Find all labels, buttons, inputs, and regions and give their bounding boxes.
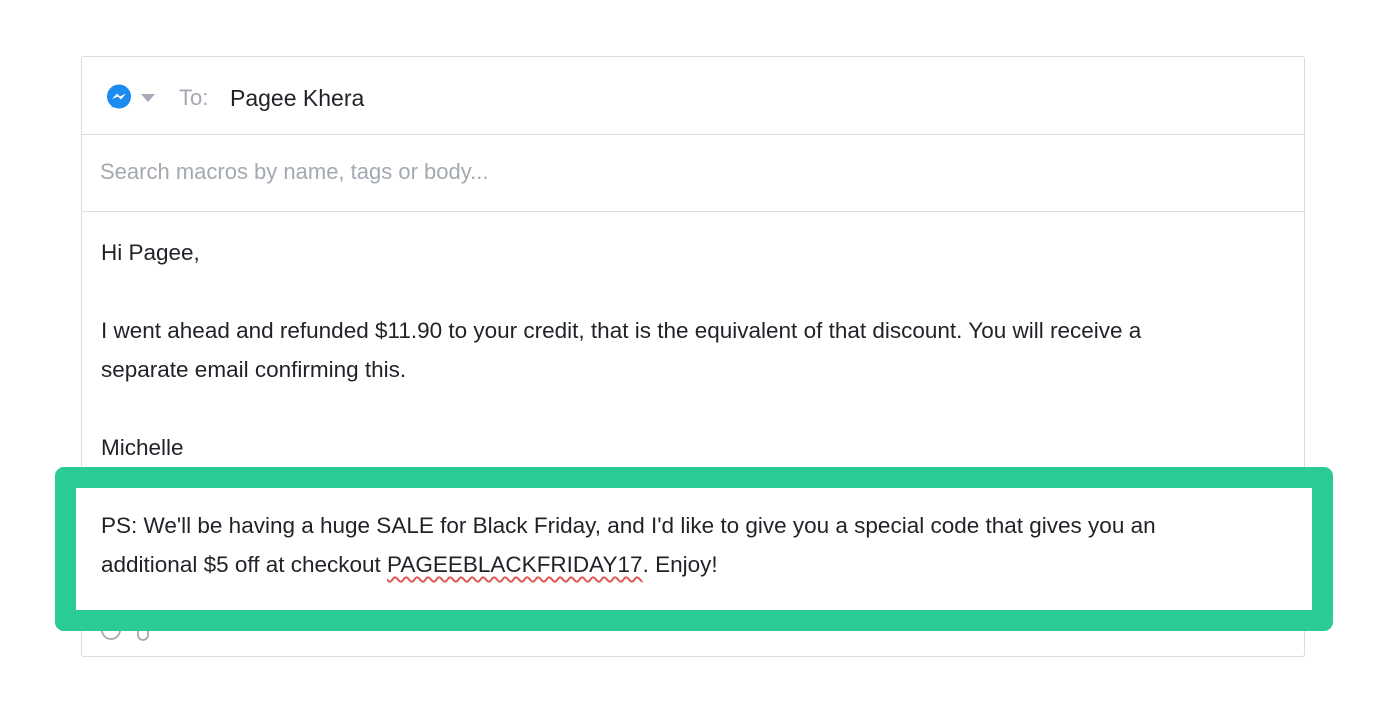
ps-line-1: PS: We'll be having a huge SALE for Blac… (101, 513, 1156, 538)
recipient-row: To: Pagee Khera (82, 57, 1304, 135)
highlight-box (55, 467, 1333, 631)
discount-code: PAGEEBLACKFRIDAY17 (387, 552, 643, 577)
to-label: To: (179, 85, 209, 110)
body-paragraph-line-2: separate email confirming this. (101, 357, 407, 382)
macro-search-row (82, 135, 1304, 212)
ps-line-2-text: additional $5 off at checkout (101, 552, 388, 577)
greeting-text: Hi Pagee, (101, 240, 200, 265)
caret-down-icon[interactable] (141, 94, 155, 102)
signature-text: Michelle (101, 435, 184, 460)
macro-search-input[interactable] (100, 155, 1280, 189)
body-paragraph-line-1: I went ahead and refunded $11.90 to your… (101, 318, 1142, 343)
ps-line-2: additional $5 off at checkout PAGEEBLACK… (101, 550, 718, 580)
recipient-name[interactable]: Pagee Khera (230, 83, 364, 113)
messenger-icon[interactable] (106, 84, 132, 110)
ps-line-2-end: . Enjoy! (642, 552, 718, 577)
